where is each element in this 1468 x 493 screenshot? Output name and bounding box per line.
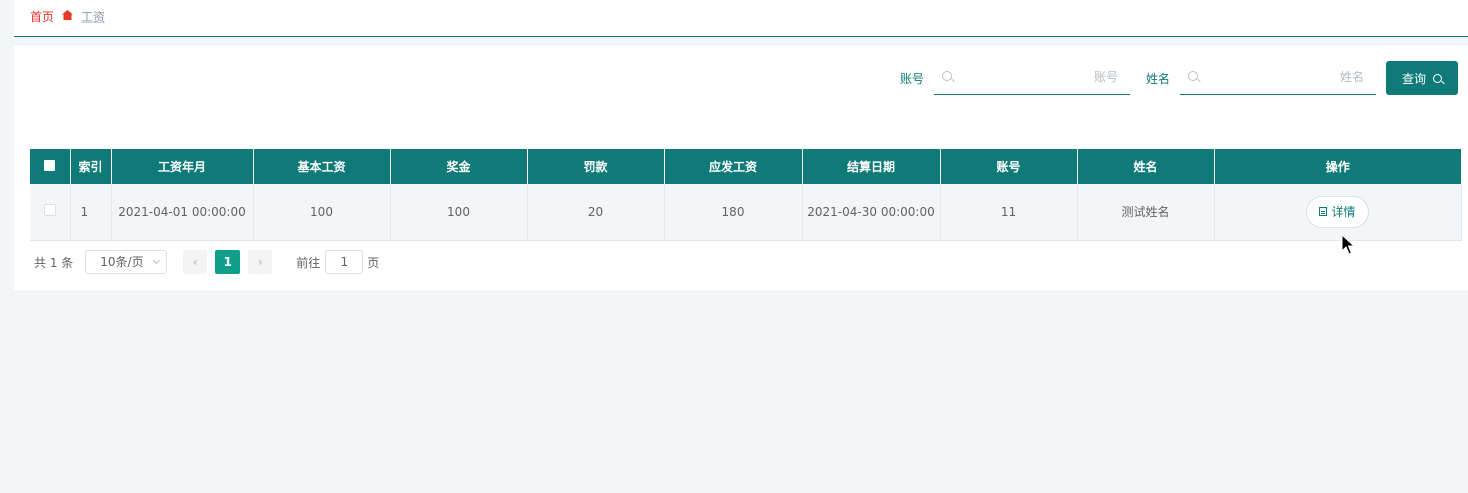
search-icon [1433,73,1442,83]
salary-table: 索引 工资年月 基本工资 奖金 罚款 应发工资 结算日期 账号 姓名 操作 1 … [30,149,1462,241]
cell-name: 测试姓名 [1077,184,1215,241]
detail-button[interactable]: 详情 [1306,195,1369,228]
cell-actions: 详情 [1214,184,1462,241]
page-size-value: 10条/页 [100,255,144,269]
column-header: 工资年月 [111,149,254,184]
account-field[interactable] [933,61,1130,95]
chevron-right-icon: › [257,255,263,269]
name-input[interactable] [1204,61,1372,93]
select-all-checkbox[interactable] [30,149,71,184]
name-label: 姓名 [1145,71,1170,86]
query-button-label: 查询 [1401,71,1426,86]
account-input[interactable] [957,61,1126,93]
page-size-select[interactable]: 10条/页 [85,250,168,274]
cell-base-salary: 100 [253,184,391,241]
query-button[interactable]: 查询 [1386,61,1458,95]
table-header-row: 索引 工资年月 基本工资 奖金 罚款 应发工资 结算日期 账号 姓名 操作 [30,149,1461,184]
column-header: 索引 [70,149,112,184]
cell-index: 1 [70,184,112,241]
column-header: 姓名 [1077,149,1215,184]
column-header: 结算日期 [802,149,941,184]
goto-label: 前往 [296,255,321,270]
cell-salary-month: 2021-04-01 00:00:00 [111,184,254,241]
page-number-1[interactable]: 1 [215,250,241,274]
chevron-left-icon: ‹ [192,255,198,269]
breadcrumb-current[interactable]: 工资 [81,8,105,25]
account-label: 账号 [899,71,924,86]
prev-page-button[interactable]: ‹ [183,250,208,274]
cell-gross-pay: 180 [664,184,803,241]
breadcrumb: 首页 工资 [30,8,105,25]
name-field[interactable] [1180,61,1376,95]
column-header: 基本工资 [253,149,391,184]
home-icon [62,10,74,23]
search-icon [941,71,952,81]
cell-penalty: 20 [527,184,665,241]
cell-account: 11 [940,184,1078,241]
goto-suffix: 页 [367,255,380,270]
search-icon [1188,71,1198,81]
detail-button-label: 详情 [1331,205,1356,220]
breadcrumb-home[interactable]: 首页 [30,8,54,25]
document-icon [1319,207,1328,217]
mouse-cursor-icon [1341,233,1356,259]
pagination-total: 共 1 条 [34,255,74,270]
column-header: 奖金 [390,149,528,184]
column-header: 账号 [940,149,1078,184]
cell-bonus: 100 [390,184,528,241]
row-checkbox[interactable] [30,184,71,241]
next-page-button[interactable]: › [248,250,273,274]
main-panel: 账号 姓名 查询 索引 工资年月 基本工资 奖金 [14,46,1468,290]
goto-page-input[interactable] [325,250,364,274]
column-header: 操作 [1214,149,1461,184]
table-row: 1 2021-04-01 00:00:00 100 100 20 180 202… [30,184,1462,241]
chevron-down-icon [153,256,161,265]
column-header: 罚款 [527,149,665,184]
cell-settle-date: 2021-04-30 00:00:00 [802,184,941,241]
breadcrumb-bar: 首页 工资 [14,0,1468,37]
column-header: 应发工资 [664,149,803,184]
search-form: 账号 姓名 查询 [900,61,1458,95]
pagination: 共 1 条 10条/页 ‹ 1 › 前往 页 [34,250,379,274]
